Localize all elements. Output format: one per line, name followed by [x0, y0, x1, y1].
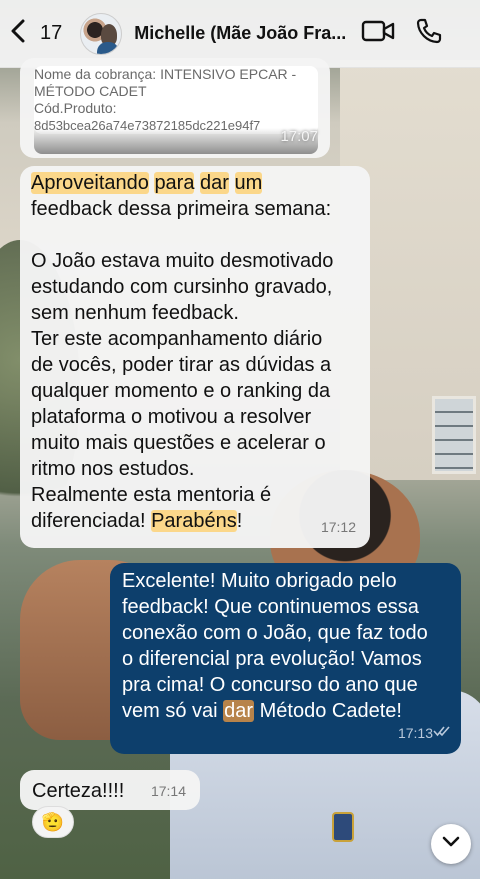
avatar[interactable]: [80, 12, 123, 55]
highlighted-word: um: [234, 172, 263, 194]
message-line: o diferencial pra evolução! Vamos: [122, 648, 422, 670]
video-call-icon: [361, 19, 395, 48]
message-line: plataforma o motivou a resolver: [31, 406, 312, 428]
reaction-salute-emoji[interactable]: 🫡: [32, 806, 74, 838]
message-line: Excelente! Muito obrigado pelo: [122, 570, 397, 592]
message-line: de vocês, poder tirar as dúvidas a: [31, 354, 332, 376]
message-line: pra cima! O concurso do ano que: [122, 674, 418, 696]
message-line: muito mais questões e acelerar o: [31, 432, 326, 454]
message-text: Certeza!!!!: [32, 780, 125, 802]
voice-call-button[interactable]: [414, 17, 444, 50]
highlighted-word: Parabéns: [151, 510, 237, 532]
message-line: diferenciada! Parabéns!: [31, 508, 358, 534]
message-text: vem só vai: [122, 700, 218, 722]
message-line: ritmo nos estudos.: [31, 458, 195, 480]
message-time: 17:14: [150, 783, 186, 799]
highlighted-word: para: [154, 172, 195, 194]
scroll-down-button[interactable]: [431, 824, 471, 864]
product-label: Cód.Produto:: [34, 100, 117, 116]
message-time: 17:12: [320, 519, 356, 535]
charge-label-cont: MÉTODO CADET: [34, 83, 147, 99]
chevron-down-icon: [442, 835, 460, 853]
unread-count: 17: [40, 22, 63, 44]
highlighted-word: Aproveitando: [31, 172, 149, 194]
message-time: 17:13: [397, 725, 433, 741]
message-line: Ter este acompanhamento diário: [31, 328, 323, 350]
wallpaper-badge: [332, 812, 354, 842]
phone-icon: [415, 17, 443, 50]
back-chevron-icon: [10, 19, 26, 48]
message-text: !: [236, 510, 243, 532]
back-button[interactable]: 17: [10, 14, 62, 54]
highlighted-word: dar: [200, 172, 229, 194]
short-message[interactable]: Certeza!!!! 17:14: [20, 770, 200, 810]
message-blank-line: [31, 222, 358, 248]
video-call-button[interactable]: [360, 19, 396, 49]
message-line: feedback! Que continuemos essa: [122, 596, 419, 618]
message-line: feedback dessa primeira semana:: [31, 198, 332, 220]
payment-message[interactable]: Nome da cobrança: INTENSIVO EPCAR - MÉTO…: [20, 58, 330, 158]
feedback-message[interactable]: Aproveitando para dar um feedback dessa …: [20, 166, 370, 548]
avatar-person-shirt: [97, 41, 120, 54]
payment-details: Nome da cobrança: INTENSIVO EPCAR - MÉTO…: [34, 66, 318, 134]
charge-label: Nome da cobrança: INTENSIVO EPCAR -: [34, 66, 297, 82]
message-line: conexão com o João, que faz todo: [122, 622, 428, 644]
contact-name[interactable]: Michelle (Mãe João Fra...: [134, 23, 350, 44]
message-line: Aproveitando para dar um: [31, 170, 358, 196]
message-text: diferenciada!: [31, 510, 146, 532]
message-line: estudando com cursinho gravado,: [31, 276, 333, 298]
wallpaper-window: [432, 396, 476, 474]
reply-message[interactable]: Excelente! Muito obrigado pelo feedback!…: [110, 563, 461, 754]
message-time: 17:07: [280, 128, 318, 145]
message-text: Método Cadete!: [259, 700, 402, 722]
message-line: O João estava muito desmotivado: [31, 250, 334, 272]
message-line: qualquer momento e o ranking da: [31, 380, 331, 402]
highlighted-word: dar: [223, 700, 255, 722]
message-line: sem nenhum feedback.: [31, 302, 239, 324]
card-shade: [34, 128, 318, 154]
message-line: Realmente esta mentoria é: [31, 484, 272, 506]
read-ticks-icon: [433, 718, 451, 744]
